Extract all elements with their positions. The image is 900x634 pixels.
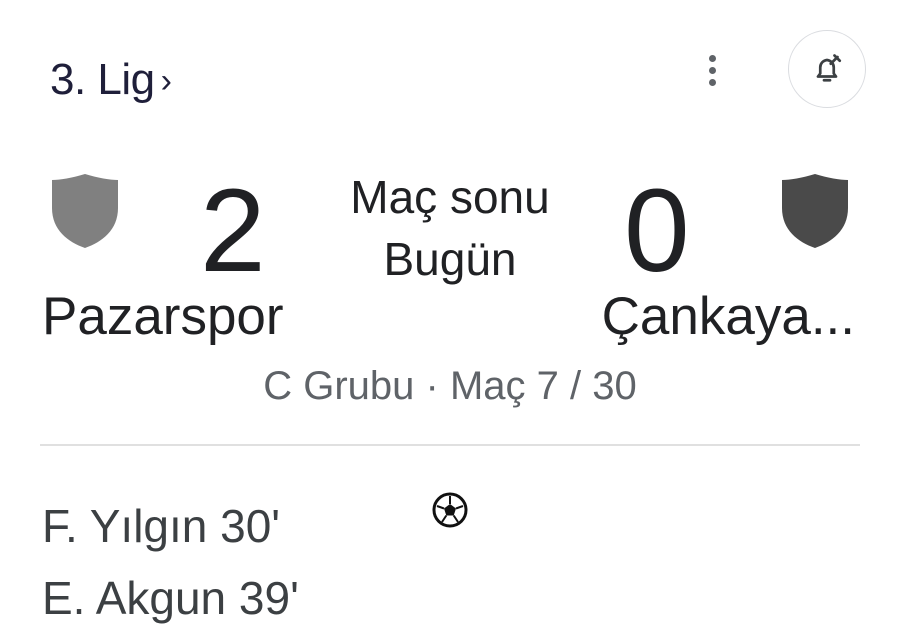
league-link[interactable]: 3. Lig ›	[50, 55, 172, 105]
divider	[40, 444, 860, 446]
match-details: C Grubu · Maç 7 / 30	[263, 364, 637, 408]
chevron-right-icon: ›	[160, 61, 172, 100]
soccer-ball-icon	[432, 492, 468, 528]
more-vert-icon	[708, 54, 716, 62]
goal-scorers-list: F. Yılgın 30' E. Akgun 39'	[42, 490, 299, 634]
away-score: 0	[624, 165, 690, 297]
away-team-name[interactable]: Çankaya...	[602, 287, 855, 347]
match-status: Maç sonu Bugün	[300, 172, 600, 296]
league-label: 3. Lig	[50, 55, 155, 104]
home-score: 2	[200, 165, 266, 297]
more-options-button[interactable]	[690, 48, 734, 92]
home-team-name[interactable]: Pazarspor	[42, 287, 284, 347]
notification-add-icon	[816, 54, 842, 82]
home-team-crest-icon	[52, 174, 118, 248]
scorer-item: E. Akgun 39'	[42, 572, 299, 624]
match-status-label: Maç sonu	[350, 171, 550, 223]
notification-button[interactable]	[788, 30, 866, 108]
away-team-crest-icon	[782, 174, 848, 248]
scorer-item: F. Yılgın 30'	[42, 500, 281, 552]
match-date: Bugün	[383, 233, 517, 285]
